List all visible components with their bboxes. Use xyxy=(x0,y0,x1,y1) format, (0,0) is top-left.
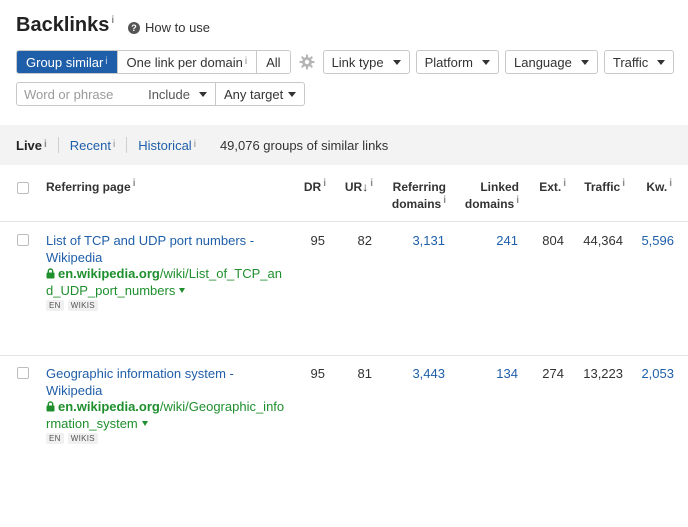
dr-value: 95 xyxy=(310,366,325,381)
how-to-use-link[interactable]: ? How to use xyxy=(128,20,210,35)
info-icon: i xyxy=(622,178,625,189)
tab-live[interactable]: Live i xyxy=(16,138,47,153)
ext-value: 274 xyxy=(542,366,564,381)
info-icon: i xyxy=(443,195,446,206)
search-toolbar: Include Any target xyxy=(16,82,306,106)
keywords-link[interactable]: 5,596 xyxy=(641,232,674,249)
include-dropdown[interactable]: Include xyxy=(148,87,215,102)
info-icon[interactable]: i xyxy=(111,15,114,26)
search-input[interactable] xyxy=(24,86,142,102)
tags: EN WIKIS xyxy=(46,433,102,444)
tags: EN WIKIS xyxy=(46,300,102,311)
traffic-value: 44,364 xyxy=(583,233,623,248)
select-all-checkbox[interactable] xyxy=(17,182,29,194)
gear-icon[interactable] xyxy=(293,54,321,70)
link-type-dropdown[interactable]: Link type xyxy=(322,50,410,74)
row-checkbox[interactable] xyxy=(17,367,29,379)
chevron-down-icon xyxy=(288,91,297,97)
table-row: Geographic information system - Wikipedi… xyxy=(0,356,688,489)
ur-value: 82 xyxy=(357,233,372,248)
column-traffic[interactable]: Traffic i xyxy=(584,179,625,196)
any-target-dropdown[interactable]: Any target xyxy=(216,82,306,106)
traffic-value: 13,223 xyxy=(583,366,623,381)
chevron-down-icon[interactable] xyxy=(179,288,186,293)
column-ur[interactable]: UR↓ i xyxy=(345,179,373,196)
info-icon: i xyxy=(669,178,672,189)
divider xyxy=(126,137,128,153)
referring-page-url[interactable]: en.wikipedia.org/wiki/List_of_TCP_and_UD… xyxy=(46,265,286,299)
column-linked-domains[interactable]: Linked domains i xyxy=(465,179,519,213)
chevron-down-icon xyxy=(199,91,207,97)
referring-page-url[interactable]: en.wikipedia.org/wiki/Geographic_informa… xyxy=(46,398,286,432)
how-to-use-label: How to use xyxy=(145,20,211,35)
referring-page-title-link[interactable]: Geographic information system - Wikipedi… xyxy=(46,365,276,399)
history-tabs-bar: Live i Recent i Historical i 49,076 groups … xyxy=(0,125,688,165)
linked-domains-link[interactable]: 241 xyxy=(496,232,518,249)
info-icon: i xyxy=(370,178,373,189)
filter-toolbar: Group similar i One link per domain i All … xyxy=(16,50,680,74)
all-button[interactable]: All xyxy=(257,51,290,73)
search-box: Include xyxy=(16,82,216,106)
results-count: 49,076 groups of similar links xyxy=(219,137,389,153)
language-dropdown[interactable]: Language xyxy=(505,50,598,74)
column-kw[interactable]: Kw. i xyxy=(646,179,672,196)
chevron-down-icon[interactable] xyxy=(141,421,148,426)
platform-tag: WIKIS xyxy=(67,300,98,311)
dr-value: 95 xyxy=(310,233,325,248)
platform-dropdown[interactable]: Platform xyxy=(415,50,500,74)
group-similar-button[interactable]: Group similar i xyxy=(17,51,118,73)
chevron-down-icon xyxy=(580,59,589,65)
divider xyxy=(57,137,59,153)
page-title-text: Backlinks xyxy=(16,14,110,36)
linked-domains-link[interactable]: 134 xyxy=(496,365,518,382)
platform-tag: WIKIS xyxy=(67,433,98,444)
column-referring-page[interactable]: Referring page i xyxy=(46,179,135,196)
chevron-down-icon xyxy=(657,59,666,65)
ext-value: 804 xyxy=(542,233,564,248)
referring-domains-link[interactable]: 3,131 xyxy=(412,232,445,249)
info-icon: i xyxy=(563,178,566,189)
traffic-dropdown[interactable]: Traffic xyxy=(603,50,675,74)
table-header: Referring page i DR i UR↓ i Referring domai… xyxy=(0,166,688,222)
column-referring-domains[interactable]: Referring domains i xyxy=(392,179,446,213)
tab-recent[interactable]: Recent i xyxy=(70,138,115,153)
info-icon: i xyxy=(323,178,326,189)
row-checkbox[interactable] xyxy=(17,234,29,246)
column-ext[interactable]: Ext. i xyxy=(539,179,566,196)
chevron-down-icon xyxy=(482,59,491,65)
keywords-link[interactable]: 2,053 xyxy=(641,365,674,382)
sort-down-icon: ↓ xyxy=(362,180,369,194)
lock-icon xyxy=(46,268,55,279)
referring-page-title-link[interactable]: List of TCP and UDP port numbers - Wikip… xyxy=(46,232,276,266)
language-tag: EN xyxy=(46,300,64,311)
help-icon: ? xyxy=(128,21,140,34)
table-row: List of TCP and UDP port numbers - Wikip… xyxy=(0,223,688,356)
language-tag: EN xyxy=(46,433,64,444)
column-dr[interactable]: DR i xyxy=(304,179,326,196)
info-icon: i xyxy=(516,195,519,206)
grouping-segmented-control: Group similar i One link per domain i All xyxy=(16,50,291,74)
chevron-down-icon xyxy=(392,59,401,65)
page-title: Backlinks i xyxy=(16,14,114,37)
ur-value: 81 xyxy=(357,366,372,381)
info-icon: i xyxy=(132,178,136,189)
tab-historical[interactable]: Historical i xyxy=(138,138,196,153)
one-link-per-domain-button[interactable]: One link per domain i xyxy=(117,51,258,73)
referring-domains-link[interactable]: 3,443 xyxy=(412,365,445,382)
lock-icon xyxy=(46,401,55,412)
